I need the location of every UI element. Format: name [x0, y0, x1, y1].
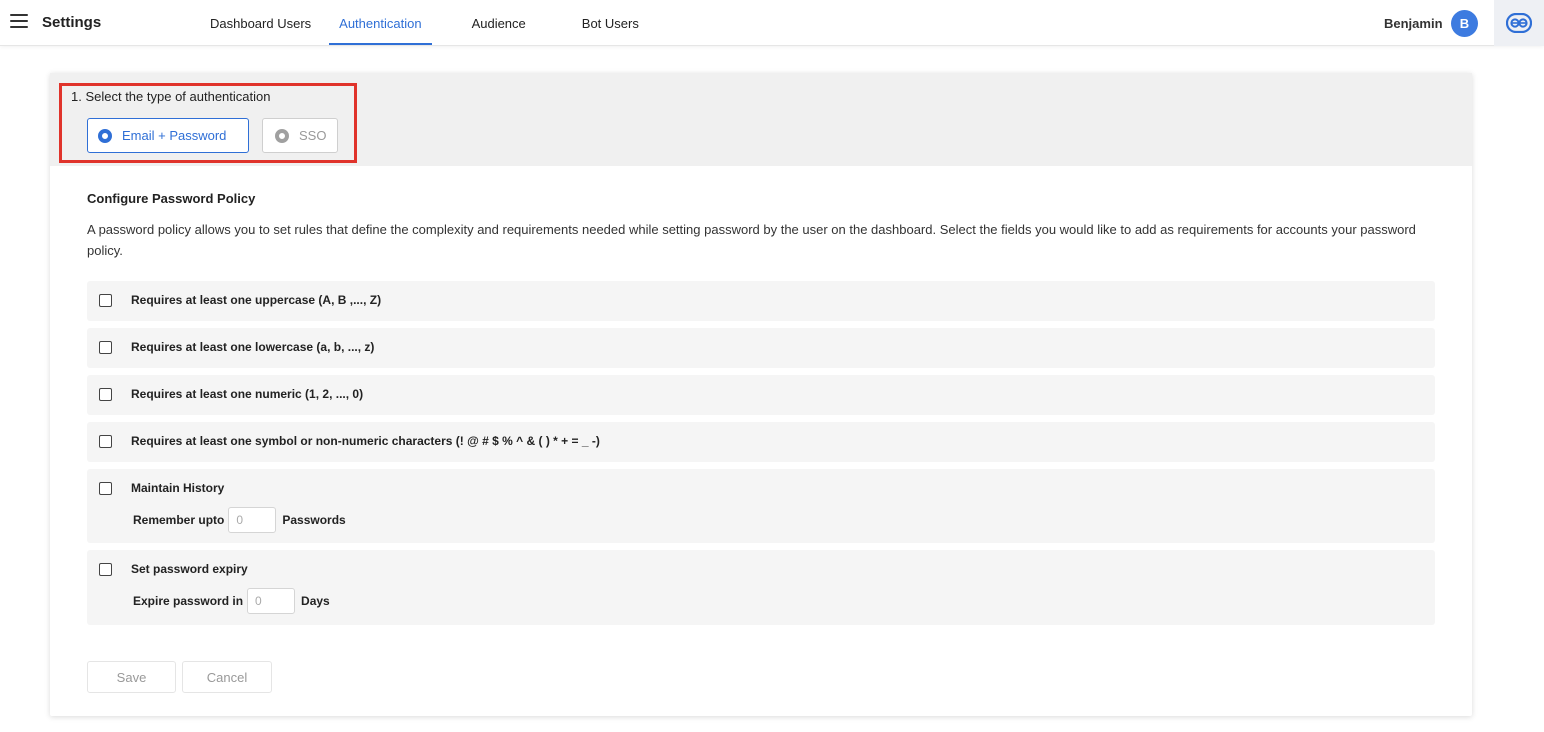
- history-suffix: Passwords: [282, 513, 346, 527]
- uppercase-checkbox[interactable]: [99, 294, 112, 307]
- password-expiry-checkbox[interactable]: [99, 563, 112, 576]
- auth-option-email-password[interactable]: Email + Password: [87, 118, 249, 153]
- expiry-days-line: Expire password in Days: [133, 588, 330, 614]
- rule-row-numeric: Requires at least one numeric (1, 2, ...…: [87, 375, 1435, 415]
- symbol-checkbox[interactable]: [99, 435, 112, 448]
- auth-type-heading: 1. Select the type of authentication: [71, 89, 271, 104]
- top-bar: Settings Dashboard Users Authentication …: [0, 0, 1544, 46]
- rule-row-lowercase: Requires at least one lowercase (a, b, .…: [87, 328, 1435, 368]
- radio-unselected-icon: [275, 128, 289, 143]
- rule-row-symbol: Requires at least one symbol or non-nume…: [87, 422, 1435, 462]
- tab-bot-users[interactable]: Bot Users: [568, 0, 653, 46]
- maintain-history-checkbox[interactable]: [99, 482, 112, 495]
- history-prefix: Remember upto: [133, 513, 225, 527]
- history-count-line: Remember upto Passwords: [133, 507, 346, 533]
- save-button[interactable]: Save: [87, 661, 176, 693]
- bot-logo-icon: [1506, 13, 1532, 33]
- password-policy-description: A password policy allows you to set rule…: [87, 222, 1416, 258]
- page-title: Settings: [42, 14, 102, 31]
- rule-row-expiry: Set password expiry Expire password in D…: [87, 550, 1435, 625]
- rule-label: Set password expiry: [131, 562, 248, 576]
- user-name[interactable]: Benjamin: [1384, 16, 1443, 31]
- rule-label: Maintain History: [131, 481, 225, 495]
- radio-selected-icon: [98, 128, 112, 143]
- rule-label: Requires at least one lowercase (a, b, .…: [131, 340, 375, 354]
- authentication-card: 1. Select the type of authentication Ema…: [50, 73, 1472, 716]
- auth-option-label: Email + Password: [122, 128, 227, 143]
- rule-row-history: Maintain History Remember upto Passwords: [87, 469, 1435, 543]
- brand-logo-button[interactable]: [1494, 0, 1544, 46]
- rule-label: Requires at least one symbol or non-nume…: [131, 434, 600, 448]
- hamburger-menu-icon[interactable]: [10, 14, 28, 30]
- password-policy-title: Configure Password Policy: [87, 191, 256, 206]
- settings-tabs: Dashboard Users Authentication Audience …: [196, 0, 653, 46]
- tab-audience[interactable]: Audience: [458, 0, 540, 46]
- expiry-prefix: Expire password in: [133, 594, 244, 608]
- auth-option-label: SSO: [299, 128, 327, 143]
- tab-authentication[interactable]: Authentication: [325, 0, 435, 46]
- cancel-button[interactable]: Cancel: [182, 661, 272, 693]
- rule-label: Requires at least one uppercase (A, B ,.…: [131, 293, 382, 307]
- lowercase-checkbox[interactable]: [99, 341, 112, 354]
- history-count-input[interactable]: [228, 507, 277, 533]
- auth-type-section: 1. Select the type of authentication Ema…: [50, 73, 1472, 166]
- rule-label: Requires at least one numeric (1, 2, ...…: [131, 387, 364, 401]
- auth-option-sso[interactable]: SSO: [262, 118, 338, 153]
- avatar[interactable]: B: [1451, 10, 1478, 37]
- expiry-days-input[interactable]: [247, 588, 296, 614]
- expiry-suffix: Days: [301, 594, 330, 608]
- numeric-checkbox[interactable]: [99, 388, 112, 401]
- tab-dashboard-users[interactable]: Dashboard Users: [196, 0, 325, 46]
- rule-row-uppercase: Requires at least one uppercase (A, B ,.…: [87, 281, 1435, 321]
